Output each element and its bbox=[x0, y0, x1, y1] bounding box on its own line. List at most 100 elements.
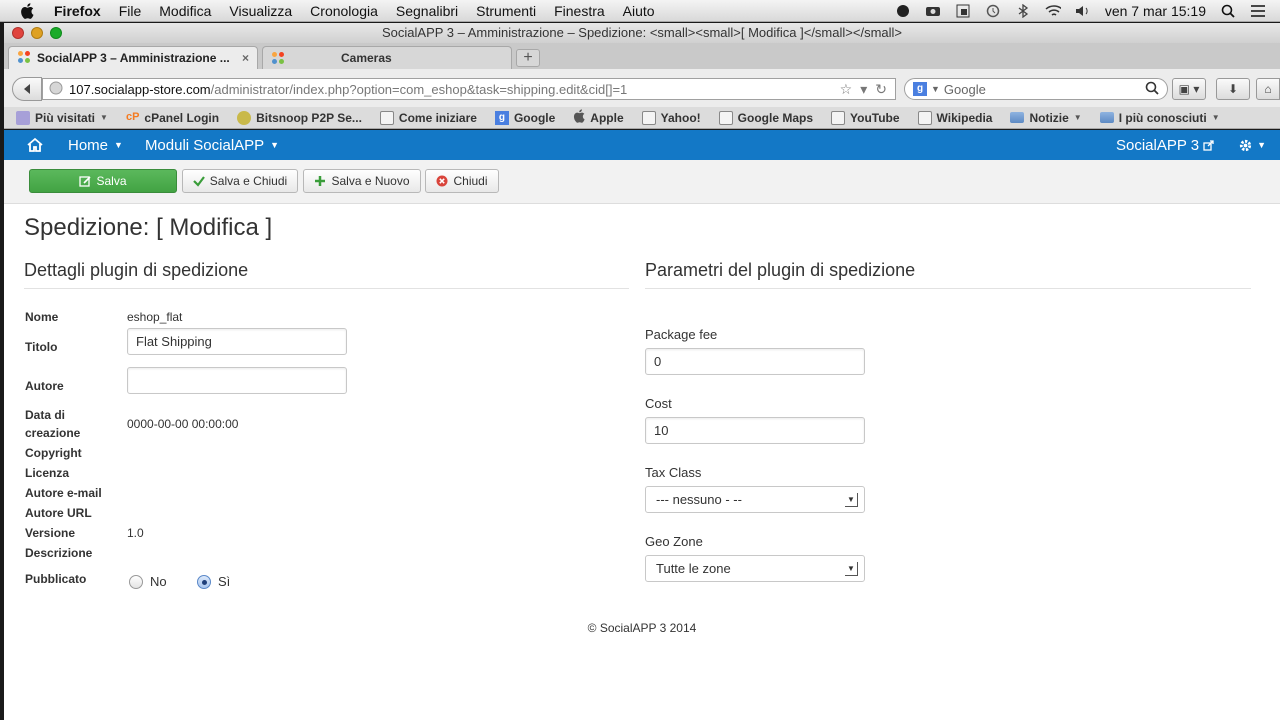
search-engine-dropdown-icon[interactable]: ▼ bbox=[931, 84, 940, 94]
version-value: 1.0 bbox=[127, 526, 144, 540]
bookmark-folder-piu-conosciuti[interactable]: I più conosciuti ▼ bbox=[1099, 111, 1220, 125]
apple-menu-icon[interactable] bbox=[20, 2, 38, 19]
search-bar[interactable]: g ▼ Google bbox=[904, 78, 1168, 100]
home-icon[interactable] bbox=[26, 135, 46, 155]
close-window-button[interactable] bbox=[12, 27, 24, 39]
site-identity-icon[interactable] bbox=[49, 81, 63, 98]
geo-zone-select[interactable]: Tutte le zone ▼ bbox=[645, 555, 865, 582]
created-date-value: 0000-00-00 00:00:00 bbox=[127, 417, 239, 431]
save-button[interactable]: Salva bbox=[29, 169, 177, 193]
tab-socialapp-admin[interactable]: SocialAPP 3 – Amministrazione ... × bbox=[8, 46, 258, 69]
plus-icon bbox=[315, 176, 326, 186]
home-button[interactable]: ⌂ bbox=[1256, 78, 1280, 100]
params-section-heading: Parametri del plugin di spedizione bbox=[645, 260, 916, 280]
volume-icon[interactable] bbox=[1075, 3, 1091, 19]
back-button[interactable] bbox=[12, 77, 42, 101]
zoom-window-button[interactable] bbox=[50, 27, 62, 39]
joomla-favicon-icon bbox=[17, 50, 31, 67]
menubar-clock[interactable]: ven 7 mar 15:19 bbox=[1105, 3, 1206, 19]
url-host: 107.socialapp-store.com bbox=[69, 81, 211, 97]
name-label: Nome bbox=[25, 310, 59, 324]
published-no-radio[interactable]: No bbox=[129, 574, 167, 589]
page-icon bbox=[831, 110, 845, 125]
cost-input[interactable]: 10 bbox=[645, 417, 865, 444]
action-toolbar: Salva Salva e Chiudi Salva e Nuovo Chiud… bbox=[4, 160, 1280, 204]
caret-down-icon: ▼ bbox=[114, 140, 123, 150]
page-viewport: Home ▼ Moduli SocialAPP ▼ SocialAPP 3 ▼ … bbox=[4, 130, 1280, 720]
menu-modifica[interactable]: Modifica bbox=[159, 3, 211, 19]
bookmark-folder-notizie[interactable]: Notizie ▼ bbox=[1010, 111, 1082, 125]
menu-app-firefox[interactable]: Firefox bbox=[54, 3, 101, 19]
magnifier-icon[interactable] bbox=[1145, 81, 1159, 98]
published-yes-radio[interactable]: Sì bbox=[197, 574, 230, 589]
time-machine-icon[interactable] bbox=[985, 3, 1001, 19]
menu-strumenti[interactable]: Strumenti bbox=[476, 3, 536, 19]
macos-menubar: Firefox File Modifica Visualizza Cronolo… bbox=[0, 0, 1280, 22]
bookmark-cpanel-login[interactable]: cP cPanel Login bbox=[126, 111, 219, 125]
downloads-button[interactable]: ⬇ bbox=[1216, 78, 1250, 100]
author-input[interactable] bbox=[127, 367, 347, 394]
package-fee-input[interactable]: 0 bbox=[645, 348, 865, 375]
bookmark-google-maps[interactable]: Google Maps bbox=[718, 110, 813, 125]
tax-class-label: Tax Class bbox=[645, 465, 702, 480]
google-search-icon[interactable]: g bbox=[913, 82, 927, 96]
nav-moduli-menu[interactable]: Moduli SocialAPP ▼ bbox=[145, 137, 279, 154]
tab-label: Cameras bbox=[341, 51, 392, 65]
url-bar[interactable]: 107.socialapp-store.com /administrator/i… bbox=[42, 78, 896, 100]
notification-center-icon[interactable] bbox=[1250, 3, 1266, 19]
caret-down-icon: ▼ bbox=[270, 140, 280, 150]
title-label: Titolo bbox=[25, 340, 58, 354]
minimize-window-button[interactable] bbox=[31, 27, 43, 39]
nav-home-menu[interactable]: Home ▼ bbox=[68, 137, 123, 154]
tax-class-select[interactable]: --- nessuno - -- ▼ bbox=[645, 486, 865, 513]
bookmark-star-icon[interactable]: ☆ bbox=[840, 81, 853, 98]
page-icon bbox=[917, 110, 932, 125]
bookmark-wikipedia[interactable]: Wikipedia bbox=[917, 110, 992, 125]
bookmark-google[interactable]: g Google bbox=[494, 110, 555, 125]
screenshot-button[interactable]: ▣ ▾ bbox=[1172, 78, 1206, 100]
bookmark-youtube[interactable]: YouTube bbox=[831, 110, 900, 125]
title-input[interactable]: Flat Shipping bbox=[127, 328, 347, 355]
page-icon bbox=[641, 110, 656, 125]
description-label: Descrizione bbox=[25, 546, 93, 560]
menu-cronologia[interactable]: Cronologia bbox=[310, 3, 378, 19]
license-label: Licenza bbox=[25, 466, 70, 480]
menu-segnalibri[interactable]: Segnalibri bbox=[396, 3, 458, 19]
tab-cameras[interactable]: Cameras bbox=[262, 46, 512, 69]
radio-circle[interactable] bbox=[129, 574, 143, 589]
save-and-new-button[interactable]: Salva e Nuovo bbox=[303, 169, 421, 193]
spotlight-search-icon[interactable] bbox=[1220, 3, 1236, 19]
menu-file[interactable]: File bbox=[119, 3, 142, 19]
url-dropdown-icon[interactable]: ▾ bbox=[860, 81, 867, 98]
menu-visualizza[interactable]: Visualizza bbox=[229, 3, 292, 19]
site-brand-link[interactable]: SocialAPP 3 bbox=[1116, 137, 1214, 154]
window-titlebar: SocialAPP 3 – Amministrazione – Spedizio… bbox=[4, 23, 1280, 43]
close-tab-icon[interactable]: × bbox=[242, 51, 249, 65]
admin-navbar: Home ▼ Moduli SocialAPP ▼ SocialAPP 3 ▼ bbox=[4, 130, 1280, 160]
camera-icon[interactable] bbox=[925, 3, 941, 19]
bookmark-piu-visitati[interactable]: Più visitati ▼ bbox=[16, 110, 108, 125]
settings-menu[interactable]: ▼ bbox=[1238, 138, 1266, 153]
page-icon bbox=[379, 110, 394, 125]
page-icon bbox=[718, 110, 733, 125]
bookmark-come-iniziare[interactable]: Come iniziare bbox=[379, 110, 477, 125]
created-date-label-line1: Data di bbox=[25, 408, 66, 422]
windows-icon[interactable] bbox=[955, 3, 971, 19]
published-label: Pubblicato bbox=[25, 572, 87, 586]
bookmark-bitsnoop[interactable]: Bitsnoop P2P Se... bbox=[237, 110, 362, 125]
new-tab-button[interactable]: + bbox=[516, 49, 540, 67]
package-fee-label: Package fee bbox=[645, 327, 718, 342]
bookmark-apple[interactable]: Apple bbox=[573, 109, 624, 126]
bookmark-yahoo[interactable]: Yahoo! bbox=[641, 110, 701, 125]
reload-icon[interactable]: ↻ bbox=[875, 81, 887, 98]
chevron-down-icon: ▼ bbox=[1211, 113, 1220, 122]
radio-circle-checked[interactable] bbox=[197, 574, 211, 589]
notification-icon[interactable] bbox=[895, 3, 911, 19]
bluetooth-icon[interactable] bbox=[1015, 3, 1031, 19]
menu-aiuto[interactable]: Aiuto bbox=[623, 3, 655, 19]
folder-icon bbox=[1010, 112, 1025, 123]
close-button[interactable]: Chiudi bbox=[425, 169, 499, 193]
save-and-close-button[interactable]: Salva e Chiudi bbox=[182, 169, 298, 193]
menu-finestra[interactable]: Finestra bbox=[554, 3, 605, 19]
wifi-icon[interactable] bbox=[1045, 3, 1061, 19]
